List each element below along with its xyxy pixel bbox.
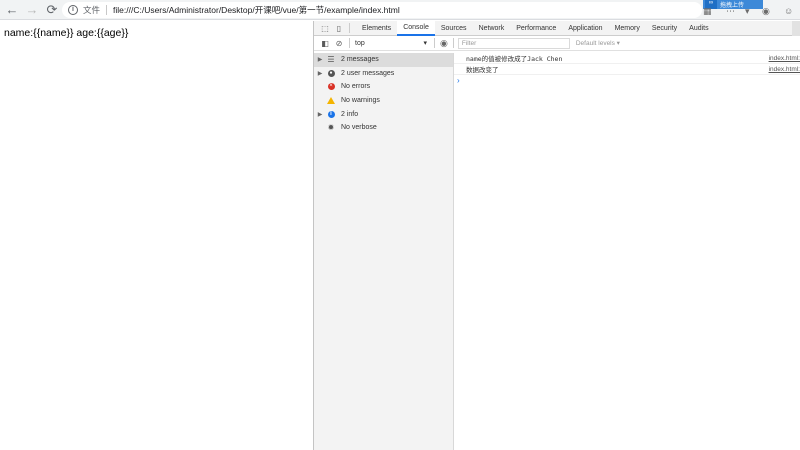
error-icon-wrapper: × [326,82,336,91]
console-output: name的值被修改成了Jack Chen index.html: 数据改变了 i… [454,53,800,450]
gear-icon: ✹ [327,123,335,133]
log-levels-dropdown[interactable]: Default levels ▾ [576,39,620,47]
sidebar-item-errors[interactable]: × No errors [314,80,453,94]
sidebar-item-label: 2 info [341,110,359,118]
user-icon: ● [327,69,335,77]
sidebar-toggle-button[interactable]: ◧ [318,36,332,50]
live-expression-eye-icon[interactable]: ◉ [440,38,448,49]
extension-icon[interactable]: ◉ [762,6,770,17]
back-button[interactable]: ← [2,0,22,20]
sidebar-item-label: 2 user messages [341,69,395,77]
reload-icon: ⟳ [46,1,58,17]
address-bar[interactable]: i 文件 file:///C:/Users/Administrator/Desk… [62,2,702,18]
info-icon: i [327,110,335,118]
forward-button[interactable]: → [22,0,42,20]
expand-arrow-icon[interactable]: ▶ [314,111,326,118]
info-icon[interactable]: i [68,5,78,15]
console-filter-input[interactable]: Filter [457,37,570,49]
tab-network[interactable]: Network [473,21,511,36]
forward-arrow-icon: → [25,2,39,17]
reload-button[interactable]: ⟳ [42,0,62,20]
console-message: name的值被修改成了Jack Chen index.html: [454,53,800,64]
device-icon: ▯ [336,23,342,33]
inspect-element-button[interactable]: ⬚ [318,21,332,35]
prompt-chevron-icon: › [457,76,460,85]
console-message-text: name的值被修改成了Jack Chen [466,55,563,63]
sidebar-item-label: 2 messages [341,56,379,64]
console-toolbar: ◧ ⊘ top ▾ ◉ Filter Default levels ▾ [314,36,800,51]
toolbar-divider [349,38,350,48]
sidebar-item-user-messages[interactable]: ▶ ● 2 user messages [314,67,453,81]
device-toolbar-button[interactable]: ▯ [332,21,346,35]
toolbar-divider [434,38,435,48]
context-selector-value: top [355,39,365,47]
tab-overflow-scrollbar[interactable] [792,21,800,36]
tab-console[interactable]: Console [397,20,435,36]
tab-performance[interactable]: Performance [510,21,562,36]
back-arrow-icon: ← [5,2,19,17]
tab-audits[interactable]: Audits [683,21,714,36]
sidebar-item-label: No verbose [341,124,377,132]
context-selector[interactable]: top ▾ [352,38,430,49]
toolbar-divider [452,38,454,48]
url-text[interactable]: file:///C:/Users/Administrator/Desktop/开… [113,4,400,16]
console-prompt[interactable]: › [454,75,800,86]
console-source-link[interactable]: index.html: [769,66,800,73]
filter-placeholder: Filter [461,39,477,47]
screenshot-icon[interactable]: ▦ [703,6,712,17]
sidebar-item-verbose[interactable]: ✹ No verbose [314,121,453,135]
list-icon: ☰ [327,55,335,65]
menu-icon[interactable]: ⋯ [726,6,735,17]
clear-icon: ⊘ [335,38,343,48]
sidebar-item-info[interactable]: ▶ i 2 info [314,107,453,121]
expand-arrow-icon[interactable]: ▶ [314,70,326,77]
scheme-label: 文件 [83,5,101,15]
dropdown-icon[interactable]: ▾ [745,6,750,17]
user-icon-wrapper: ● [326,69,336,78]
console-message: 数据改变了 index.html: [454,64,800,75]
devtools-panel: ⬚ ▯ Elements Console Sources Network Per… [313,20,800,450]
console-message-text: 数据改变了 [466,66,499,74]
sidebar-item-label: No warnings [341,97,380,105]
toolbar-divider [349,23,350,33]
tab-elements[interactable]: Elements [356,21,397,36]
console-source-link[interactable]: index.html: [769,55,800,62]
chevron-down-icon: ▾ [423,40,427,47]
console-sidebar: ▶ ☰ 2 messages ▶ ● 2 user messages × No … [314,53,454,450]
page-viewport: name:{{name}} age:{{age}} [0,21,313,450]
omnibox-divider [106,5,108,15]
console-body: ▶ ☰ 2 messages ▶ ● 2 user messages × No … [314,53,800,450]
sidebar-item-label: No errors [341,83,371,91]
sidebar-toggle-icon: ◧ [321,38,329,48]
warning-icon [327,97,335,105]
tab-memory[interactable]: Memory [609,21,646,36]
clear-console-button[interactable]: ⊘ [332,36,346,50]
browser-toolbar: ← → ⟳ i 文件 file:///C:/Users/Administrato… [0,0,800,20]
info-icon-wrapper: i [326,110,336,119]
error-icon: × [327,83,335,91]
devtools-tab-bar: ⬚ ▯ Elements Console Sources Network Per… [314,20,800,36]
page-template-text: name:{{name}} age:{{age}} [4,27,129,39]
tab-security[interactable]: Security [646,21,683,36]
warning-icon-wrapper [326,96,336,105]
tab-sources[interactable]: Sources [435,21,473,36]
sidebar-item-messages[interactable]: ▶ ☰ 2 messages [314,53,453,67]
inspect-cursor-icon: ⬚ [321,23,329,33]
sidebar-item-warnings[interactable]: No warnings [314,94,453,108]
profile-icon[interactable]: ☺ [784,6,793,16]
expand-arrow-icon[interactable]: ▶ [314,56,326,63]
tab-application[interactable]: Application [562,21,608,36]
